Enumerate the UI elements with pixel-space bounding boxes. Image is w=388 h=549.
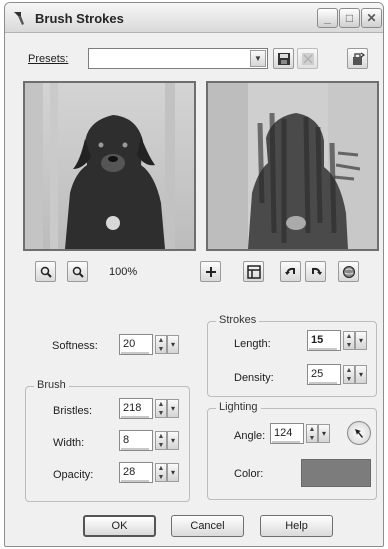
softness-slider-button[interactable]: ▾ <box>167 335 179 354</box>
angle-label: Angle: <box>234 430 266 442</box>
length-slider-track <box>309 348 337 350</box>
angle-updown[interactable]: ▲ ▼ <box>306 424 318 443</box>
bristles-label: Bristles: <box>53 405 93 417</box>
angle-dial-button[interactable]: ▾ <box>318 424 330 443</box>
lighting-color-swatch[interactable] <box>301 459 371 487</box>
presets-label: Presets: <box>28 53 69 65</box>
density-updown[interactable]: ▲ ▼ <box>343 365 355 384</box>
help-button-label: Help <box>285 520 308 532</box>
split-preview-icon <box>246 264 261 279</box>
delete-preset-button[interactable] <box>297 48 318 69</box>
zoom-out-button[interactable] <box>67 261 88 282</box>
zoom-out-icon <box>72 266 84 278</box>
redo-button[interactable] <box>305 261 326 282</box>
width-slider-track <box>121 448 149 450</box>
title-bar[interactable]: Brush Strokes _ □ ✕ <box>5 3 383 33</box>
minimize-icon: _ <box>324 11 331 25</box>
plus-icon <box>205 266 216 277</box>
opacity-updown[interactable]: ▲ ▼ <box>155 463 167 482</box>
original-dog-image <box>25 83 194 249</box>
angle-slider-track <box>272 441 300 443</box>
ok-button-label: OK <box>111 520 128 532</box>
lighting-group-title: Lighting <box>216 401 261 413</box>
softness-slider-track <box>121 352 149 354</box>
brushed-dog-image <box>208 83 377 249</box>
softness-updown[interactable]: ▲ ▼ <box>155 335 167 354</box>
opacity-label: Opacity: <box>53 469 94 481</box>
density-slider-track <box>309 382 337 384</box>
bristles-spinner[interactable]: 218 ▲ ▼ ▾ <box>119 398 179 419</box>
result-preview[interactable] <box>206 81 379 251</box>
bristles-slider-button[interactable]: ▾ <box>167 399 179 418</box>
opacity-slider-button[interactable]: ▾ <box>167 463 179 482</box>
length-updown[interactable]: ▲ ▼ <box>343 331 355 350</box>
help-globe-button[interactable] <box>338 261 359 282</box>
window-title: Brush Strokes <box>35 11 124 26</box>
redo-icon <box>311 267 322 275</box>
zoom-level: 100% <box>109 266 138 278</box>
help-button[interactable]: Help <box>260 515 333 537</box>
original-preview[interactable] <box>23 81 196 251</box>
presets-dropdown[interactable]: ▼ <box>88 48 268 69</box>
angle-spinner[interactable]: 124 ▲ ▼ ▾ <box>270 423 330 444</box>
strokes-group-title: Strokes <box>216 314 260 326</box>
undo-icon <box>284 267 295 275</box>
angle-arrow-icon <box>355 429 363 438</box>
width-label: Width: <box>53 437 85 449</box>
opacity-spinner[interactable]: 28 ▲ ▼ ▾ <box>119 462 179 483</box>
color-label: Color: <box>234 468 264 480</box>
length-slider-button[interactable]: ▾ <box>355 331 367 350</box>
softness-spinner[interactable]: 20 ▲ ▼ ▾ <box>119 334 179 355</box>
maximize-icon: □ <box>345 11 354 25</box>
floppy-disk-icon <box>277 52 290 65</box>
globe-icon <box>342 265 355 278</box>
length-label: Length: <box>234 338 271 350</box>
angle-dial[interactable] <box>347 421 371 445</box>
close-button[interactable]: ✕ <box>361 8 382 28</box>
softness-label: Softness: <box>52 340 98 352</box>
toggle-preview-button[interactable] <box>243 261 264 282</box>
density-label: Density: <box>234 372 274 384</box>
ok-button[interactable]: OK <box>83 515 156 537</box>
opacity-slider-track <box>121 480 149 482</box>
width-slider-button[interactable]: ▾ <box>167 431 179 450</box>
zoom-in-button[interactable] <box>35 261 56 282</box>
save-preset-button[interactable] <box>273 48 294 69</box>
delete-preset-icon <box>301 52 314 65</box>
close-icon: ✕ <box>366 11 377 25</box>
proof-button[interactable] <box>200 261 221 282</box>
density-slider-button[interactable]: ▾ <box>355 365 367 384</box>
brush-group-title: Brush <box>34 379 69 391</box>
density-spinner[interactable]: 25 ▲ ▼ ▾ <box>307 364 367 385</box>
minimize-button[interactable]: _ <box>317 8 338 28</box>
paintbrush-app-icon <box>14 12 24 25</box>
width-spinner[interactable]: 8 ▲ ▼ ▾ <box>119 430 179 451</box>
brush-strokes-dialog: Brush Strokes _ □ ✕ Presets: ▼ 100% Soft… <box>4 2 384 547</box>
bristles-slider-track <box>121 416 149 418</box>
bristles-updown[interactable]: ▲ ▼ <box>155 399 167 418</box>
width-updown[interactable]: ▲ ▼ <box>155 431 167 450</box>
randomize-button[interactable] <box>347 48 368 69</box>
zoom-in-icon <box>40 266 52 278</box>
randomize-icon <box>352 52 365 65</box>
chevron-down-icon[interactable]: ▼ <box>250 50 266 67</box>
undo-button[interactable] <box>280 261 301 282</box>
maximize-button[interactable]: □ <box>339 8 360 28</box>
length-spinner[interactable]: 15 ▲ ▼ ▾ <box>307 330 367 351</box>
cancel-button[interactable]: Cancel <box>171 515 244 537</box>
cancel-button-label: Cancel <box>190 520 225 532</box>
